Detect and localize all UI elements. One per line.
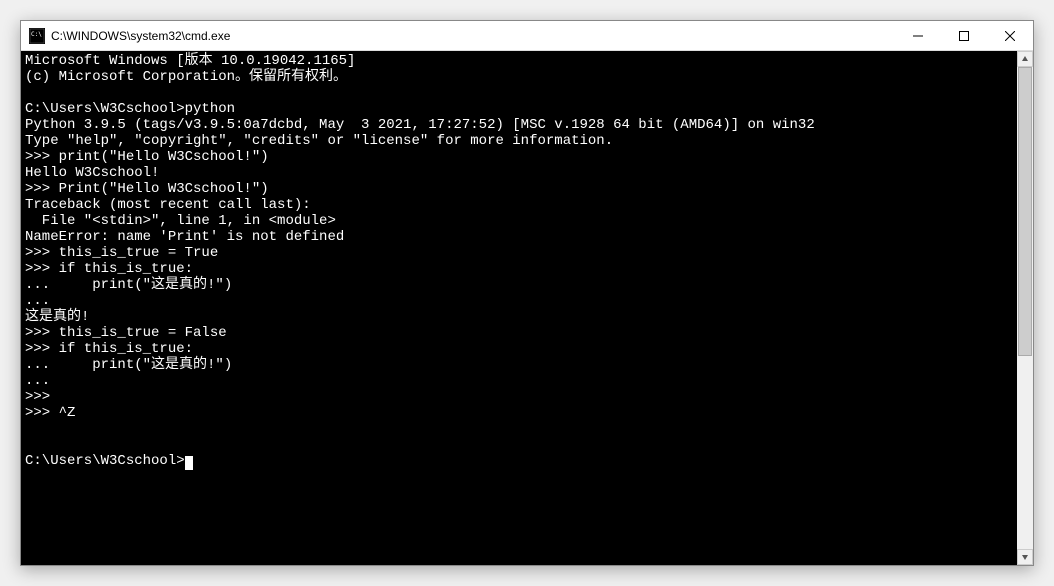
titlebar[interactable]: C:\ C:\WINDOWS\system32\cmd.exe bbox=[21, 21, 1033, 51]
terminal-line: 这是真的! bbox=[25, 309, 89, 325]
close-button[interactable] bbox=[987, 21, 1033, 50]
terminal-line: Python 3.9.5 (tags/v3.9.5:0a7dcbd, May 3… bbox=[25, 117, 815, 133]
window-title: C:\WINDOWS\system32\cmd.exe bbox=[51, 29, 895, 43]
terminal-line: >>> if this_is_true: bbox=[25, 341, 193, 357]
terminal-area: Microsoft Windows [版本 10.0.19042.1165] (… bbox=[21, 51, 1033, 565]
maximize-button[interactable] bbox=[941, 21, 987, 50]
window-controls bbox=[895, 21, 1033, 50]
terminal-line: ... bbox=[25, 293, 50, 309]
terminal-line: Type "help", "copyright", "credits" or "… bbox=[25, 133, 613, 149]
terminal-line: >>> Print("Hello W3Cschool!") bbox=[25, 181, 269, 197]
terminal-line: >>> ^Z bbox=[25, 405, 75, 421]
terminal-cursor bbox=[185, 456, 193, 470]
terminal-line: Microsoft Windows [版本 10.0.19042.1165] bbox=[25, 53, 355, 69]
terminal-line: >>> bbox=[25, 389, 50, 405]
minimize-button[interactable] bbox=[895, 21, 941, 50]
terminal-line: >>> this_is_true = False bbox=[25, 325, 227, 341]
scrollbar-track[interactable] bbox=[1017, 67, 1033, 549]
svg-text:C:\: C:\ bbox=[31, 31, 42, 38]
terminal-line: >>> print("Hello W3Cschool!") bbox=[25, 149, 269, 165]
terminal-line: ... print("这是真的!") bbox=[25, 277, 232, 293]
scroll-up-button[interactable] bbox=[1017, 51, 1033, 67]
terminal-line: File "<stdin>", line 1, in <module> bbox=[25, 213, 336, 229]
terminal-line: C:\Users\W3Cschool>python bbox=[25, 101, 235, 117]
terminal-line: ... bbox=[25, 373, 50, 389]
terminal-line: Hello W3Cschool! bbox=[25, 165, 159, 181]
terminal-line: NameError: name 'Print' is not defined bbox=[25, 229, 344, 245]
terminal-line: (c) Microsoft Corporation。保留所有权利。 bbox=[25, 69, 347, 85]
terminal-output[interactable]: Microsoft Windows [版本 10.0.19042.1165] (… bbox=[21, 51, 1017, 565]
terminal-line: >>> this_is_true = True bbox=[25, 245, 218, 261]
vertical-scrollbar[interactable] bbox=[1017, 51, 1033, 565]
terminal-line: C:\Users\W3Cschool> bbox=[25, 453, 185, 469]
cmd-window: C:\ C:\WINDOWS\system32\cmd.exe Microsof… bbox=[20, 20, 1034, 566]
scrollbar-thumb[interactable] bbox=[1018, 67, 1032, 356]
cmd-icon: C:\ bbox=[29, 28, 45, 44]
scroll-down-button[interactable] bbox=[1017, 549, 1033, 565]
terminal-line: Traceback (most recent call last): bbox=[25, 197, 311, 213]
terminal-line: ... print("这是真的!") bbox=[25, 357, 232, 373]
terminal-line: >>> if this_is_true: bbox=[25, 261, 193, 277]
